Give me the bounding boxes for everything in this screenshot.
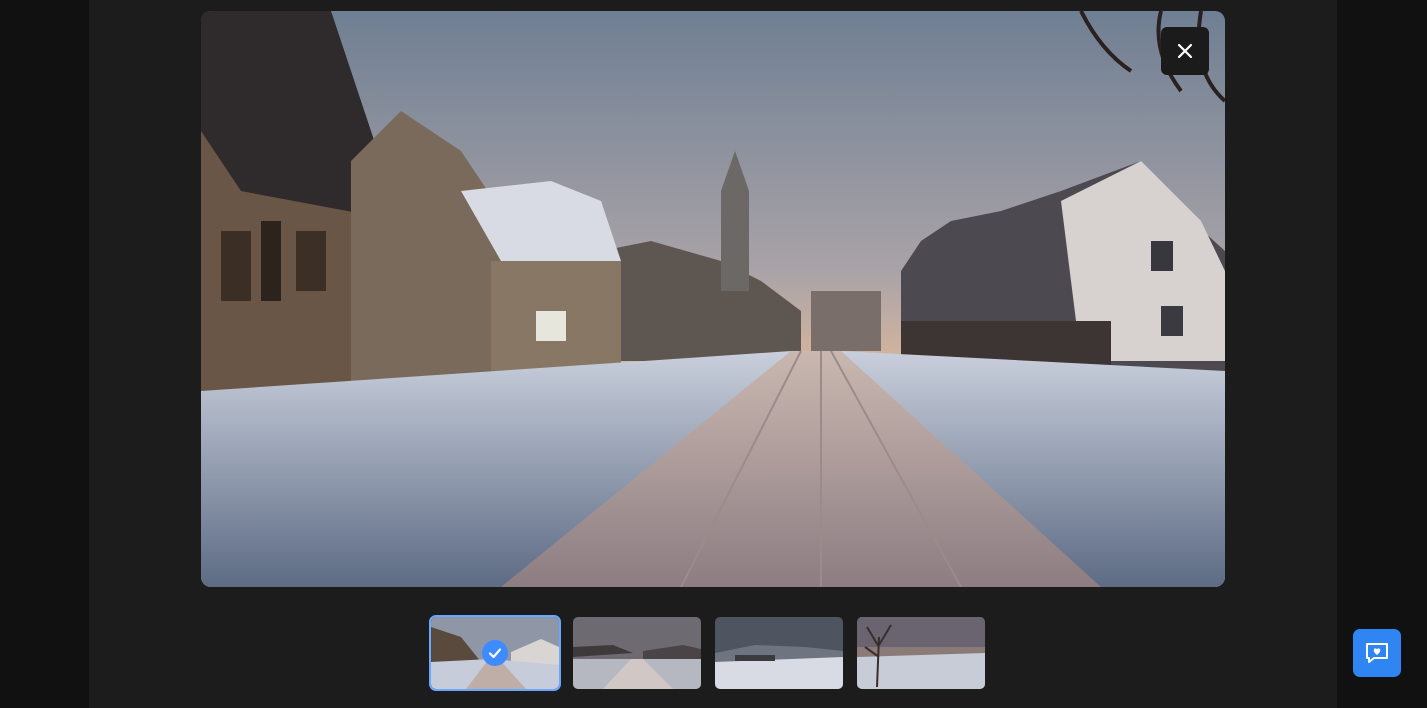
main-image-preview xyxy=(201,11,1225,587)
thumbnail-1[interactable] xyxy=(429,615,561,691)
thumbnail-strip xyxy=(429,615,985,691)
check-icon xyxy=(482,640,508,666)
support-chat-button[interactable] xyxy=(1353,629,1401,677)
thumbnail-3[interactable] xyxy=(715,617,843,689)
close-button[interactable] xyxy=(1161,27,1209,75)
main-image xyxy=(201,11,1225,587)
thumbnail-3-image xyxy=(715,617,843,689)
thumbnail-4[interactable] xyxy=(857,617,985,689)
close-icon xyxy=(1177,43,1193,59)
thumbnail-2[interactable] xyxy=(573,617,701,689)
chat-heart-icon xyxy=(1366,643,1388,663)
thumbnail-4-image xyxy=(857,617,985,689)
thumbnail-2-image xyxy=(573,617,701,689)
